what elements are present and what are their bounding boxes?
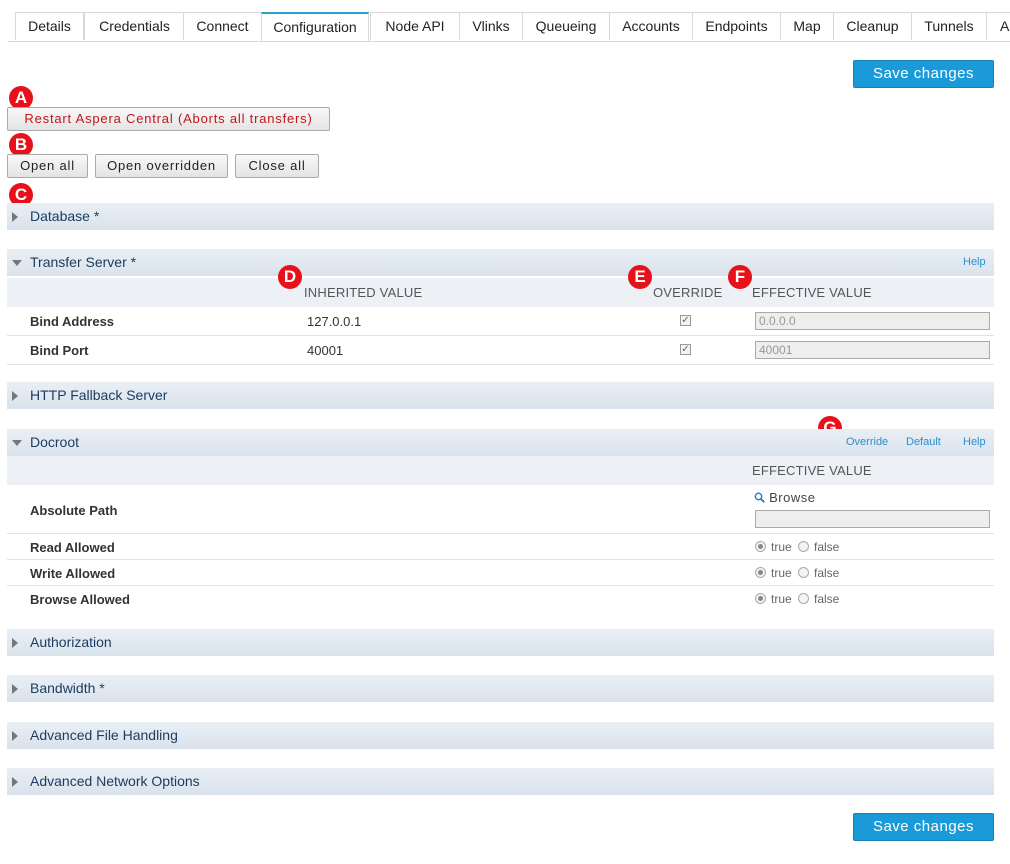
table-row: Read Allowed true false	[7, 534, 994, 560]
bind-address-override-checkbox[interactable]: ✓	[680, 315, 691, 326]
read-false-label: false	[814, 540, 840, 554]
browse-true-label: true	[771, 592, 792, 606]
tab-vlinks[interactable]: Vlinks	[459, 12, 523, 40]
browse-false-label: false	[814, 592, 840, 606]
section-title: Transfer Server *	[30, 254, 137, 270]
marker-e: E	[628, 265, 652, 289]
override-link[interactable]: Override	[846, 429, 888, 456]
expand-triangle-icon	[12, 684, 18, 694]
section-transfer-server[interactable]: Transfer Server * Help	[7, 249, 994, 276]
bind-address-inherited: 127.0.0.1	[307, 314, 362, 329]
tab-details[interactable]: Details	[15, 12, 84, 40]
table-row: Bind Port 40001 ✓ 40001	[7, 336, 994, 365]
browse-false-radio[interactable]	[798, 593, 809, 604]
expand-triangle-icon	[12, 731, 18, 741]
section-docroot[interactable]: Docroot Override Default Help	[7, 429, 994, 456]
save-changes-button-bottom[interactable]: Save changes	[853, 813, 994, 841]
tab-al[interactable]: Al	[986, 12, 1010, 40]
absolute-path-label: Absolute Path	[30, 503, 118, 518]
bind-port-inherited: 40001	[307, 343, 344, 358]
tab-bar: Details Credentials Connect Configuratio…	[8, 12, 1010, 42]
default-link[interactable]: Default	[906, 429, 941, 456]
write-false-label: false	[814, 566, 840, 580]
section-authorization[interactable]: Authorization	[7, 629, 994, 656]
table-row: Absolute Path Browse	[7, 485, 994, 534]
table-row: Browse Allowed true false	[7, 586, 994, 612]
tab-map[interactable]: Map	[780, 12, 834, 40]
expand-triangle-icon	[12, 777, 18, 787]
read-true-label: true	[771, 540, 792, 554]
bind-port-label: Bind Port	[30, 343, 89, 358]
section-title: Authorization	[30, 634, 112, 650]
section-title: HTTP Fallback Server	[30, 387, 168, 403]
tab-configuration[interactable]: Configuration	[261, 12, 369, 41]
bind-address-effective-input[interactable]: 0.0.0.0	[755, 312, 990, 330]
open-overridden-button[interactable]: Open overridden	[95, 154, 228, 178]
collapse-triangle-icon	[12, 260, 22, 266]
section-database[interactable]: Database *	[7, 203, 994, 230]
expand-triangle-icon	[12, 391, 18, 401]
override-header: OVERRIDE	[653, 285, 723, 300]
write-false-radio[interactable]	[798, 567, 809, 578]
write-allowed-label: Write Allowed	[30, 566, 116, 581]
section-bandwidth[interactable]: Bandwidth *	[7, 675, 994, 702]
tab-cleanup[interactable]: Cleanup	[833, 12, 912, 40]
tab-connect[interactable]: Connect	[183, 12, 262, 40]
tab-endpoints[interactable]: Endpoints	[692, 12, 781, 40]
inherited-value-header: INHERITED VALUE	[304, 285, 423, 300]
write-true-label: true	[771, 566, 792, 580]
transfer-column-header: INHERITED VALUE OVERRIDE EFFECTIVE VALUE	[7, 278, 994, 307]
read-false-radio[interactable]	[798, 541, 809, 552]
marker-d: D	[278, 265, 302, 289]
collapse-triangle-icon	[12, 440, 22, 446]
magnifier-icon	[754, 492, 765, 503]
browse-true-radio[interactable]	[755, 593, 766, 604]
section-title: Bandwidth *	[30, 680, 105, 696]
help-link[interactable]: Help	[963, 249, 986, 276]
browse-label: Browse	[769, 490, 816, 505]
save-changes-button-top[interactable]: Save changes	[853, 60, 994, 88]
bind-port-override-checkbox[interactable]: ✓	[680, 344, 691, 355]
tab-node-api[interactable]: Node API	[370, 12, 460, 40]
section-advanced-network-options[interactable]: Advanced Network Options	[7, 768, 994, 795]
browse-allowed-label: Browse Allowed	[30, 592, 130, 607]
section-title: Database *	[30, 208, 100, 224]
browse-link[interactable]: Browse	[754, 490, 815, 505]
read-true-radio[interactable]	[755, 541, 766, 552]
tab-credentials[interactable]: Credentials	[84, 12, 185, 40]
table-row: Write Allowed true false	[7, 560, 994, 586]
section-advanced-file-handling[interactable]: Advanced File Handling	[7, 722, 994, 749]
expand-triangle-icon	[12, 212, 18, 222]
bind-address-label: Bind Address	[30, 314, 115, 329]
open-all-button[interactable]: Open all	[7, 154, 88, 178]
section-title: Docroot	[30, 434, 80, 450]
section-http-fallback[interactable]: HTTP Fallback Server	[7, 382, 994, 409]
help-link[interactable]: Help	[963, 429, 986, 456]
bind-port-effective-input[interactable]: 40001	[755, 341, 990, 359]
effective-value-header: EFFECTIVE VALUE	[752, 285, 872, 300]
tab-tunnels[interactable]: Tunnels	[911, 12, 987, 40]
close-all-button[interactable]: Close all	[235, 154, 319, 178]
section-title: Advanced File Handling	[30, 727, 178, 743]
section-title: Advanced Network Options	[30, 773, 200, 789]
tab-queueing[interactable]: Queueing	[522, 12, 610, 40]
absolute-path-input[interactable]	[755, 510, 990, 528]
tab-accounts[interactable]: Accounts	[609, 12, 693, 40]
restart-central-button[interactable]: Restart Aspera Central (Aborts all trans…	[7, 107, 330, 131]
docroot-column-header: EFFECTIVE VALUE	[7, 456, 994, 485]
effective-value-header: EFFECTIVE VALUE	[752, 463, 872, 478]
read-allowed-label: Read Allowed	[30, 540, 115, 555]
marker-f: F	[728, 265, 752, 289]
table-row: Bind Address 127.0.0.1 ✓ 0.0.0.0	[7, 307, 994, 336]
expand-triangle-icon	[12, 638, 18, 648]
write-true-radio[interactable]	[755, 567, 766, 578]
